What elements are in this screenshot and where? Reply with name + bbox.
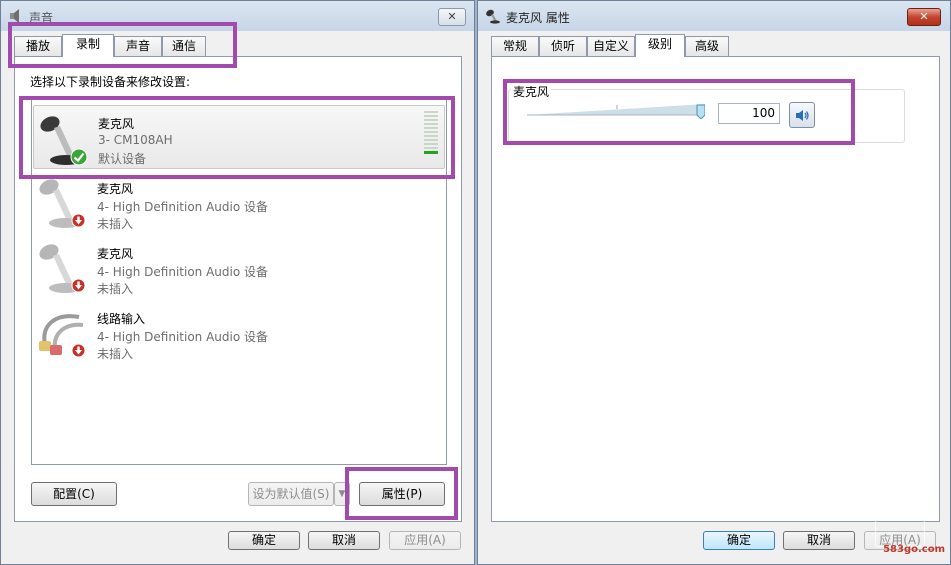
- device-description: 4- High Definition Audio 设备: [97, 265, 269, 279]
- apply-button[interactable]: 应用(A): [389, 531, 461, 550]
- mute-toggle-button[interactable]: [789, 102, 815, 128]
- device-state: 未插入: [97, 217, 134, 231]
- set-default-dropdown-button[interactable]: ▼: [334, 482, 350, 506]
- properties-button[interactable]: 属性(P): [359, 482, 445, 506]
- device-description: 3- CM108AH: [98, 133, 173, 147]
- device-name: 麦克风: [97, 247, 134, 261]
- instruction-text: 选择以下录制设备来修改设置:: [30, 75, 191, 89]
- device-name: 麦克风: [98, 117, 135, 131]
- tab-general[interactable]: 常规: [491, 36, 539, 56]
- device-state: 未插入: [97, 282, 134, 296]
- level-meter: [424, 111, 438, 154]
- device-name: 麦克风: [97, 182, 134, 196]
- unplugged-icon: [71, 278, 86, 293]
- sound-dialog-close-button[interactable]: ✕: [438, 8, 466, 26]
- unplugged-icon: [71, 213, 86, 228]
- configure-button[interactable]: 配置(C): [31, 482, 117, 506]
- properties-dialog-titlebar: 麦克风 属性 ✕: [478, 1, 950, 31]
- tab-sounds[interactable]: 声音: [114, 36, 162, 56]
- list-item[interactable]: 麦克风 3- CM108AH 默认设备: [33, 105, 445, 169]
- tab-listen[interactable]: 侦听: [539, 36, 587, 56]
- sound-dialog: 声音 ✕ 播放 录制 声音 通信 选择以下录制设备来修改设置: 麦克风 3- C…: [0, 0, 475, 565]
- ok-button[interactable]: 确定: [703, 531, 775, 550]
- list-item[interactable]: 麦克风 4- High Definition Audio 设备 未插入: [33, 236, 445, 300]
- device-description: 4- High Definition Audio 设备: [97, 330, 269, 344]
- device-state: 未插入: [97, 347, 134, 361]
- microphone-properties-dialog: 麦克风 属性 ✕ 常规 侦听 自定义 级别 高级 麦克风 确定 取消 应用(A): [477, 0, 951, 565]
- device-state: 默认设备: [98, 152, 147, 166]
- level-slider[interactable]: [527, 103, 705, 119]
- tab-playback[interactable]: 播放: [14, 36, 62, 56]
- properties-dialog-close-button[interactable]: ✕: [907, 8, 941, 26]
- set-default-button[interactable]: 设为默认值(S): [248, 482, 334, 506]
- recording-device-list[interactable]: 麦克风 3- CM108AH 默认设备 麦克风 4- High Definiti…: [31, 98, 447, 465]
- watermark-logo: [875, 519, 925, 547]
- tab-communications[interactable]: 通信: [162, 36, 206, 56]
- check-icon: [70, 148, 88, 166]
- list-item[interactable]: 麦克风 4- High Definition Audio 设备 未插入: [33, 171, 445, 235]
- device-description: 4- High Definition Audio 设备: [97, 200, 269, 214]
- level-group-label: 麦克风: [511, 83, 552, 100]
- sound-dialog-title: 声音: [29, 11, 54, 25]
- microphone-icon: [486, 9, 500, 24]
- ok-button[interactable]: 确定: [228, 531, 300, 550]
- chevron-down-icon: ▼: [338, 489, 346, 499]
- cancel-button[interactable]: 取消: [308, 531, 380, 550]
- speaker-icon: [10, 9, 19, 23]
- speaker-icon: [796, 110, 809, 121]
- list-item[interactable]: 线路输入 4- High Definition Audio 设备 未插入: [33, 301, 445, 365]
- tab-custom[interactable]: 自定义: [587, 36, 635, 56]
- cancel-button[interactable]: 取消: [783, 531, 855, 550]
- properties-dialog-title: 麦克风 属性: [506, 11, 570, 25]
- level-value-input[interactable]: 100: [718, 103, 780, 124]
- watermark: 583go.com: [883, 544, 945, 555]
- tab-recording[interactable]: 录制: [62, 34, 114, 57]
- sound-dialog-titlebar: 声音 ✕: [1, 1, 474, 31]
- level-slider-thumb[interactable]: [696, 104, 705, 119]
- unplugged-icon: [71, 343, 86, 358]
- tab-advanced[interactable]: 高级: [685, 36, 729, 56]
- tab-levels[interactable]: 级别: [635, 34, 685, 57]
- device-name: 线路输入: [97, 312, 146, 326]
